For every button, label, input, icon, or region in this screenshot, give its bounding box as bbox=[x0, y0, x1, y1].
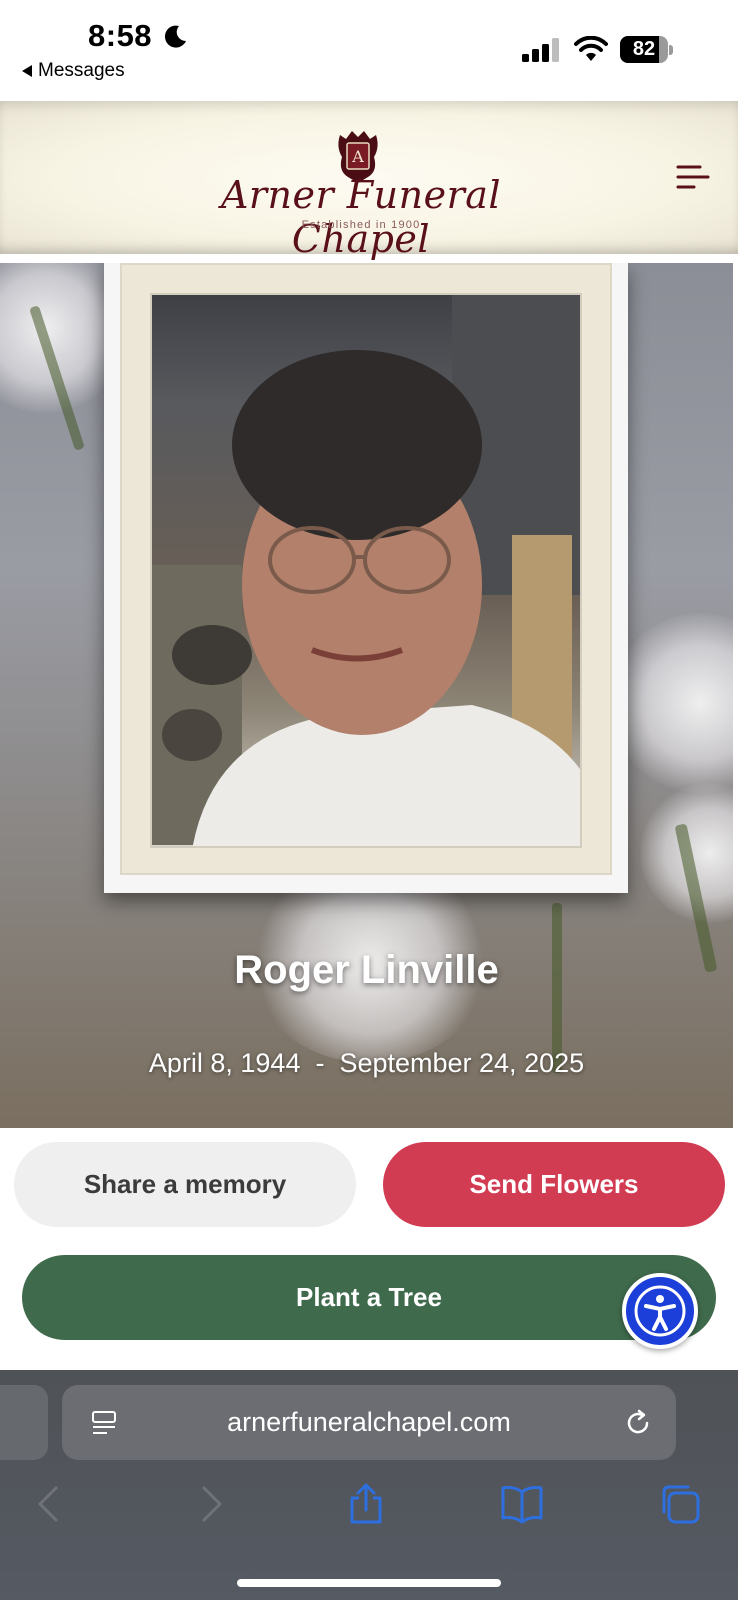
signal-icon bbox=[522, 38, 559, 62]
battery-level: 82 bbox=[632, 38, 656, 60]
accessibility-button[interactable] bbox=[622, 1273, 698, 1349]
reload-icon[interactable] bbox=[622, 1407, 654, 1439]
crest-letter: A bbox=[351, 147, 364, 166]
deceased-name: Roger Linville bbox=[234, 948, 499, 992]
background-blossom bbox=[610, 613, 733, 793]
obituary-hero: Roger Linville April 8, 1944 - September… bbox=[0, 263, 733, 1128]
portrait-photo bbox=[150, 293, 582, 848]
home-indicator[interactable] bbox=[237, 1579, 501, 1587]
life-dates: April 8, 1944 - September 24, 2025 bbox=[148, 1048, 585, 1078]
portrait-frame bbox=[104, 263, 628, 893]
status-bar: 8:58 Messages 82 bbox=[0, 0, 738, 101]
site-header: A Arner Funeral Chapel Established in 19… bbox=[0, 101, 738, 261]
url-text[interactable]: arnerfuneralchapel.com bbox=[62, 1385, 676, 1460]
share-memory-button[interactable]: Share a memory bbox=[14, 1142, 356, 1227]
site-tagline: Established in 1900 bbox=[301, 219, 421, 231]
moon-icon bbox=[164, 25, 186, 48]
tabs-icon[interactable] bbox=[658, 1482, 702, 1526]
wifi-icon bbox=[574, 36, 608, 61]
address-bar[interactable]: arnerfuneralchapel.com bbox=[62, 1385, 676, 1460]
back-to-messages-link[interactable]: Messages bbox=[22, 60, 125, 82]
browser-toolbar: arnerfuneralchapel.com bbox=[0, 1370, 738, 1600]
back-icon[interactable] bbox=[28, 1482, 72, 1526]
menu-icon[interactable] bbox=[672, 159, 712, 195]
plant-tree-button[interactable]: Plant a Tree bbox=[22, 1255, 716, 1340]
site-logo-text[interactable]: Arner Funeral Chapel bbox=[196, 173, 526, 261]
bookmarks-icon[interactable] bbox=[500, 1482, 544, 1526]
status-time: 8:58 bbox=[88, 18, 153, 53]
share-icon[interactable] bbox=[344, 1482, 388, 1526]
battery-tip bbox=[669, 45, 673, 55]
back-app-label: Messages bbox=[38, 60, 125, 81]
battery-icon: 82 bbox=[620, 36, 673, 63]
accessibility-icon bbox=[634, 1285, 686, 1337]
battery-body: 82 bbox=[620, 36, 668, 63]
back-triangle-icon bbox=[22, 65, 32, 77]
portrait-image bbox=[152, 295, 580, 846]
previous-tab-stub[interactable] bbox=[0, 1385, 48, 1460]
send-flowers-button[interactable]: Send Flowers bbox=[383, 1142, 725, 1227]
forward-icon[interactable] bbox=[188, 1482, 232, 1526]
